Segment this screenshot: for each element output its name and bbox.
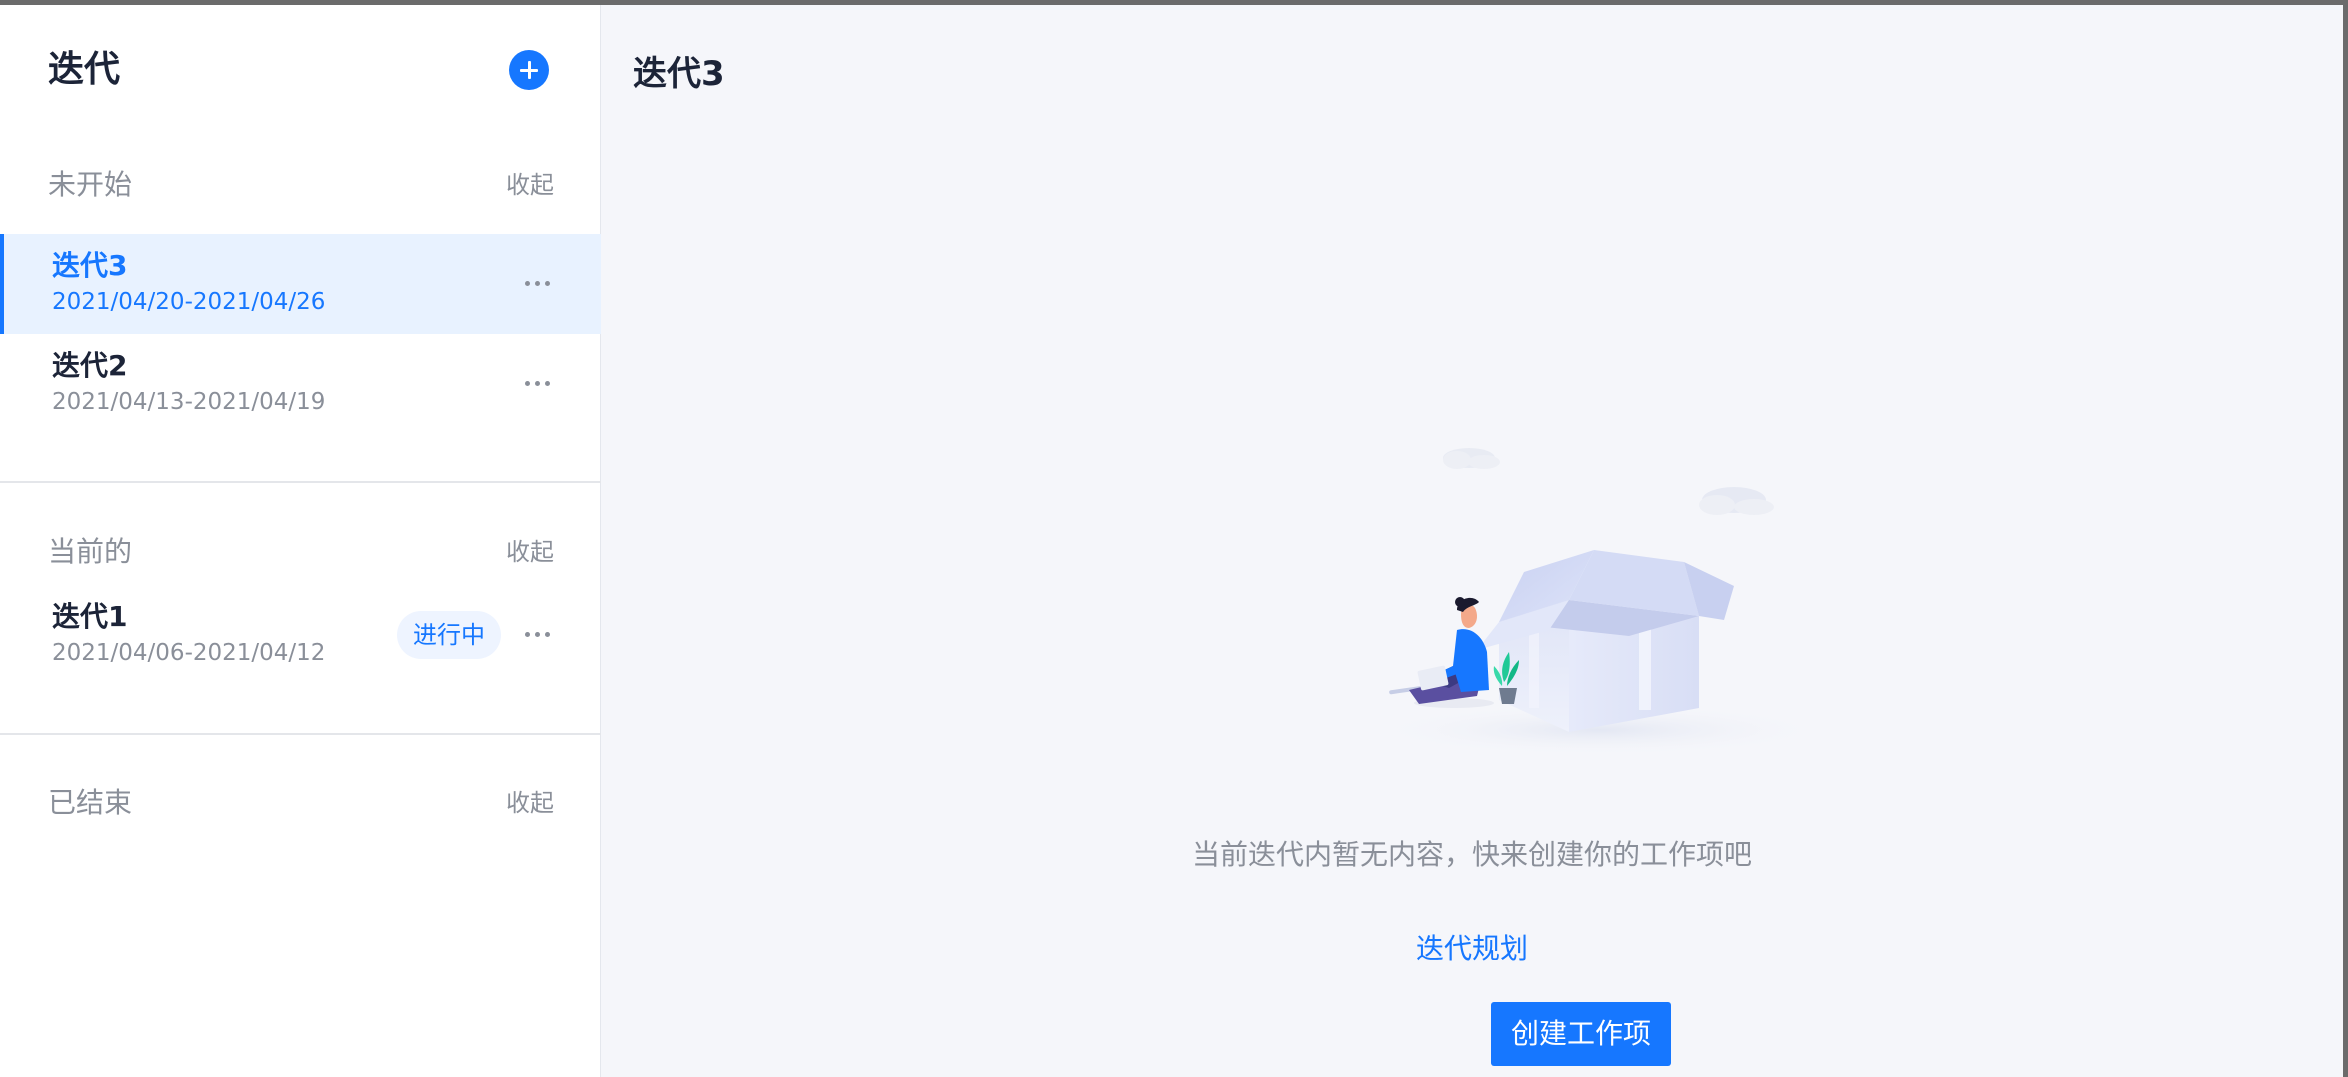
sprint-name: 迭代2 bbox=[52, 349, 128, 382]
group-divider bbox=[0, 481, 601, 483]
empty-state-message: 当前迭代内暂无内容，快来创建你的工作项吧 bbox=[1191, 838, 1752, 871]
collapse-button[interactable]: 收起 bbox=[506, 783, 554, 823]
sprint-sidebar: 迭代 未开始 收起 迭代3 2021/04/20-2021/04/26 迭代2 … bbox=[0, 5, 601, 1077]
cloud-icon bbox=[1699, 487, 1774, 515]
sprint-name: 迭代1 bbox=[52, 600, 128, 633]
group-ended-header: 已结束 收起 bbox=[48, 783, 554, 823]
group-label: 已结束 bbox=[48, 786, 133, 819]
app-window: 迭代 未开始 收起 迭代3 2021/04/20-2021/04/26 迭代2 … bbox=[0, 0, 2348, 1077]
more-icon[interactable] bbox=[523, 619, 553, 649]
sprint-plan-link[interactable]: 迭代规划 bbox=[1416, 932, 1528, 965]
sprint-item-1[interactable]: 迭代1 2021/04/06-2021/04/12 进行中 bbox=[0, 585, 601, 685]
group-divider bbox=[0, 733, 601, 735]
sprint-item-2[interactable]: 迭代2 2021/04/13-2021/04/19 bbox=[0, 334, 601, 434]
sidebar-title: 迭代 bbox=[48, 49, 121, 90]
sprint-dates: 2021/04/06-2021/04/12 bbox=[52, 640, 326, 666]
sprint-detail-panel: 迭代3 当前迭代内暂无内容，快来创建你的工作项吧 迭代规划 创建工作项 bbox=[601, 5, 2343, 1077]
page-title: 迭代3 bbox=[633, 54, 725, 94]
status-badge: 进行中 bbox=[397, 611, 501, 659]
collapse-button[interactable]: 收起 bbox=[506, 532, 554, 572]
group-not-started-header: 未开始 收起 bbox=[48, 165, 554, 205]
active-indicator bbox=[0, 234, 4, 334]
sprint-name: 迭代3 bbox=[52, 249, 128, 282]
more-icon[interactable] bbox=[523, 268, 553, 298]
sidebar-header: 迭代 bbox=[48, 45, 553, 95]
sprint-plan-link-row: 迭代规划 bbox=[601, 929, 2343, 969]
group-current-header: 当前的 收起 bbox=[48, 532, 554, 572]
person-illustration bbox=[1389, 597, 1494, 708]
more-icon[interactable] bbox=[523, 368, 553, 398]
sprint-item-3[interactable]: 迭代3 2021/04/20-2021/04/26 bbox=[0, 234, 601, 334]
group-label: 当前的 bbox=[48, 535, 133, 568]
group-label: 未开始 bbox=[48, 168, 133, 201]
empty-box-illustration bbox=[1369, 448, 1829, 756]
sprint-dates: 2021/04/13-2021/04/19 bbox=[52, 389, 326, 415]
add-sprint-button[interactable] bbox=[509, 50, 549, 90]
cloud-icon bbox=[1443, 448, 1500, 469]
create-work-item-button[interactable]: 创建工作项 bbox=[1491, 1002, 1671, 1066]
sprint-dates: 2021/04/20-2021/04/26 bbox=[52, 289, 326, 315]
collapse-button[interactable]: 收起 bbox=[506, 165, 554, 205]
